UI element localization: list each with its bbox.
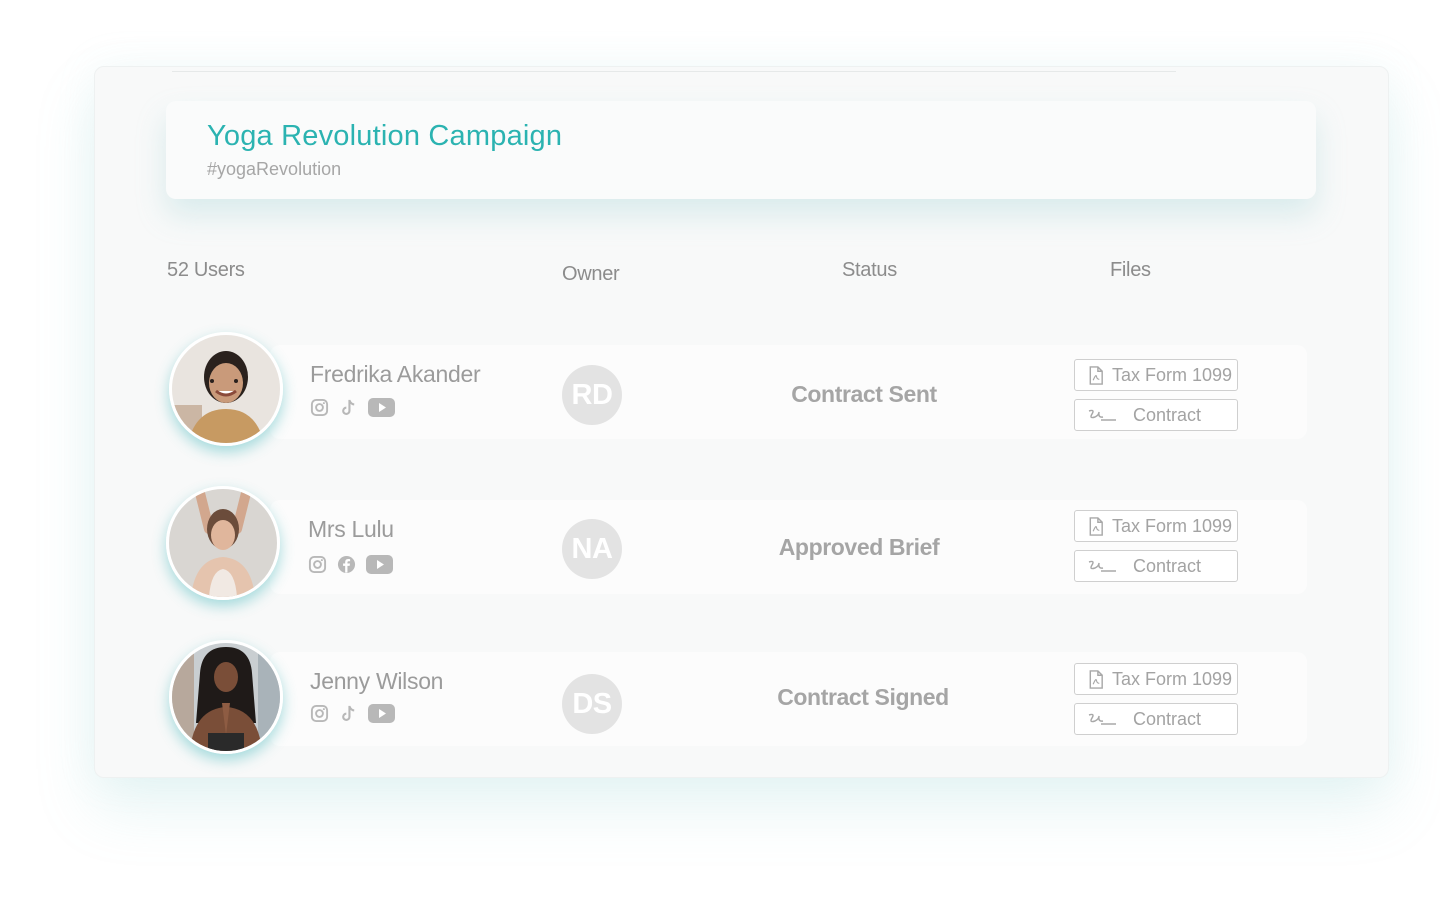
instagram-icon[interactable] bbox=[308, 555, 327, 574]
pdf-file-icon bbox=[1088, 669, 1104, 689]
status-badge: Contract Signed bbox=[777, 684, 949, 710]
contract-file-button[interactable]: Contract bbox=[1074, 703, 1238, 735]
users-count-header: 52 Users bbox=[167, 259, 245, 281]
files-header: Files bbox=[1110, 259, 1151, 281]
social-icons bbox=[310, 398, 395, 417]
status-header: Status bbox=[842, 259, 897, 281]
tax-form-file-button[interactable]: Tax Form 1099 bbox=[1074, 510, 1238, 542]
instagram-icon[interactable] bbox=[310, 704, 329, 723]
file-label: Contract bbox=[1133, 708, 1202, 729]
contract-file-button[interactable]: Contract bbox=[1074, 550, 1238, 582]
owner-header: Owner bbox=[562, 263, 620, 285]
tax-form-file-button[interactable]: Tax Form 1099 bbox=[1074, 663, 1238, 695]
youtube-icon[interactable] bbox=[366, 555, 393, 574]
user-name[interactable]: Mrs Lulu bbox=[308, 516, 394, 543]
signature-icon bbox=[1087, 559, 1117, 573]
file-label: Tax Form 1099 bbox=[1112, 515, 1233, 536]
signature-icon bbox=[1087, 712, 1117, 726]
status-badge: Contract Sent bbox=[791, 381, 937, 407]
campaign-header-card[interactable]: Yoga Revolution Campaign #yogaRevolution bbox=[166, 101, 1316, 199]
campaign-title: Yoga Revolution Campaign bbox=[207, 120, 563, 152]
tiktok-icon[interactable] bbox=[339, 398, 358, 417]
owner-badge: NA bbox=[562, 519, 622, 579]
file-label: Contract bbox=[1133, 555, 1202, 576]
tax-form-file-button[interactable]: Tax Form 1099 bbox=[1074, 359, 1238, 391]
status-badge: Approved Brief bbox=[778, 534, 940, 560]
file-label: Tax Form 1099 bbox=[1112, 668, 1233, 689]
youtube-icon[interactable] bbox=[368, 704, 395, 723]
avatar[interactable] bbox=[169, 640, 283, 754]
signature-icon bbox=[1087, 408, 1117, 422]
instagram-icon[interactable] bbox=[310, 398, 329, 417]
avatar[interactable] bbox=[169, 332, 283, 446]
owner-badge: RD bbox=[562, 365, 622, 425]
facebook-icon[interactable] bbox=[337, 555, 356, 574]
social-icons bbox=[308, 555, 393, 574]
owner-badge: DS bbox=[562, 674, 622, 734]
pdf-file-icon bbox=[1088, 365, 1104, 385]
avatar[interactable] bbox=[166, 486, 280, 600]
user-name[interactable]: Fredrika Akander bbox=[310, 361, 481, 388]
top-divider bbox=[172, 71, 1176, 72]
tiktok-icon[interactable] bbox=[339, 704, 358, 723]
pdf-file-icon bbox=[1088, 516, 1104, 536]
social-icons bbox=[310, 704, 395, 723]
campaign-hashtag: #yogaRevolution bbox=[207, 159, 342, 179]
file-label: Contract bbox=[1133, 404, 1202, 425]
file-label: Tax Form 1099 bbox=[1112, 364, 1233, 385]
contract-file-button[interactable]: Contract bbox=[1074, 399, 1238, 431]
youtube-icon[interactable] bbox=[368, 398, 395, 417]
user-name[interactable]: Jenny Wilson bbox=[310, 668, 443, 695]
